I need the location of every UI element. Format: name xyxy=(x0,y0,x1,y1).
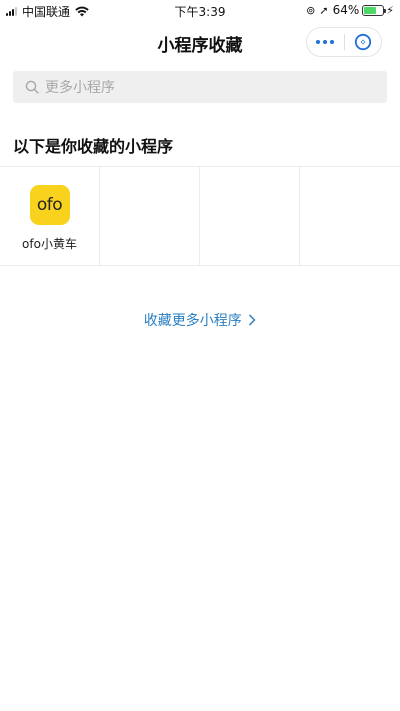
mini-program-capsule xyxy=(306,27,382,57)
collect-more-link[interactable]: 收藏更多小程序 xyxy=(0,310,400,330)
status-bar: 中国联通 下午3:39 ⊚ ➚ 64% ⚡ xyxy=(0,0,400,20)
search-input[interactable]: 更多小程序 xyxy=(13,71,387,103)
nav-bar: 小程序收藏 xyxy=(0,20,400,64)
app-logo-text: ofo xyxy=(36,195,63,215)
section-title: 以下是你收藏的小程序 xyxy=(13,137,174,156)
empty-slot xyxy=(200,167,300,265)
battery-icon xyxy=(362,4,387,16)
collect-more-label: 收藏更多小程序 xyxy=(143,313,242,329)
close-circle-icon xyxy=(354,33,371,51)
favorite-item[interactable]: ofo ofo小黄车 xyxy=(0,167,100,265)
app-name: ofo小黄车 xyxy=(22,237,77,251)
battery-percent: 64% xyxy=(332,3,360,17)
favorites-grid: ofo ofo小黄车 xyxy=(0,166,400,266)
close-button[interactable] xyxy=(345,28,382,56)
more-button[interactable] xyxy=(307,28,344,56)
charging-icon: ⚡ xyxy=(386,3,394,17)
rotation-lock-icon: ⊚ xyxy=(306,3,316,17)
battery-fill xyxy=(364,6,376,14)
empty-slot xyxy=(100,167,200,265)
chevron-right-icon xyxy=(249,314,256,326)
ofo-app-icon: ofo xyxy=(29,185,70,225)
more-dots-icon xyxy=(315,40,336,44)
status-right: ⊚ ➚ 64% ⚡ xyxy=(306,3,394,17)
location-arrow-icon: ➚ xyxy=(319,3,329,17)
search-placeholder: 更多小程序 xyxy=(45,80,115,96)
search-icon xyxy=(25,80,39,94)
empty-slot xyxy=(300,167,400,265)
